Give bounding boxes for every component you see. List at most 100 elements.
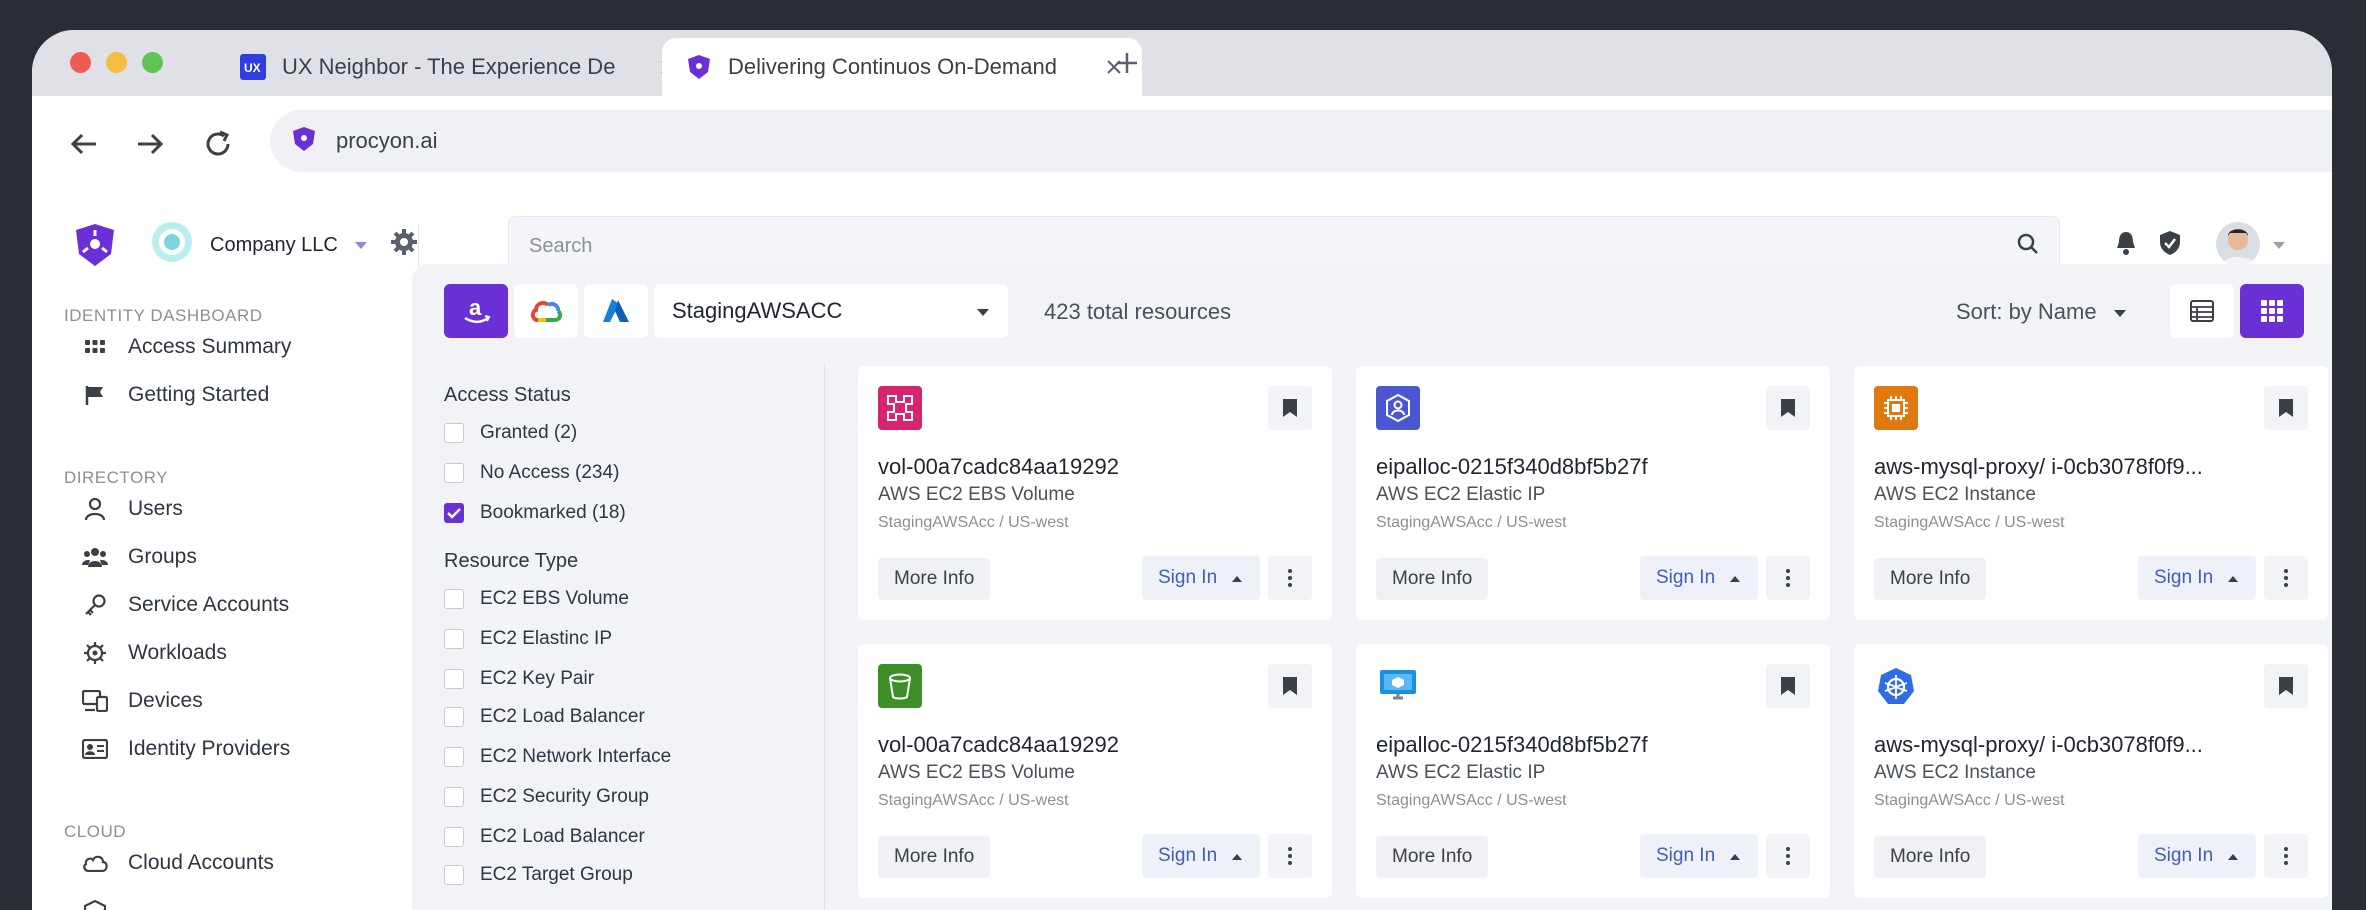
sidebar-item-access-summary[interactable]: Access Summary	[82, 334, 291, 360]
devices-icon	[82, 688, 108, 714]
list-view-button[interactable]	[2170, 284, 2234, 338]
filter-granted[interactable]: Granted (2)	[444, 422, 577, 444]
search-icon[interactable]	[2017, 233, 2039, 260]
bookmark-icon[interactable]	[1766, 386, 1810, 430]
resource-card[interactable]: aws-mysql-proxy/ i-0cb3078f0f9... AWS EC…	[1854, 366, 2328, 620]
sidebar-item-workloads[interactable]: Workloads	[82, 640, 227, 666]
caret-down-icon	[2272, 238, 2286, 256]
minimize-window-button[interactable]	[106, 52, 127, 73]
checkbox[interactable]	[444, 669, 464, 689]
search-input[interactable]	[527, 233, 2017, 259]
checkbox[interactable]	[444, 423, 464, 443]
resource-card[interactable]: aws-mysql-proxy/ i-0cb3078f0f9... AWS EC…	[1854, 644, 2328, 898]
more-options-icon[interactable]	[2264, 834, 2308, 878]
sidebar-item-service-accounts[interactable]: Service Accounts	[82, 592, 289, 618]
checkbox[interactable]	[444, 865, 464, 885]
filter-type[interactable]: EC2 Key Pair	[444, 668, 594, 690]
maximize-window-button[interactable]	[142, 52, 163, 73]
sidebar-item-more[interactable]	[82, 898, 128, 910]
more-options-icon[interactable]	[1766, 834, 1810, 878]
checkbox[interactable]	[444, 629, 464, 649]
back-arrow-icon[interactable]	[64, 124, 104, 164]
checkbox[interactable]	[444, 707, 464, 727]
section-title: IDENTITY DASHBOARD	[64, 306, 263, 325]
sidebar-item-cloud-accounts[interactable]: Cloud Accounts	[82, 850, 274, 876]
sort-dropdown[interactable]: Sort: by Name	[1956, 299, 2127, 325]
resource-card[interactable]: eipalloc-0215f340d8bf5b27f AWS EC2 Elast…	[1356, 366, 1830, 620]
filter-type[interactable]: EC2 Security Group	[444, 786, 649, 808]
tab-ux-neighbor[interactable]: UX UX Neighbor - The Experience De	[226, 38, 696, 96]
more-info-button[interactable]: More Info	[1376, 836, 1489, 878]
filter-type[interactable]: EC2 Elastinc IP	[444, 628, 612, 650]
more-info-button[interactable]: More Info	[1376, 558, 1489, 600]
reload-icon[interactable]	[198, 124, 238, 164]
navigation-bar: procyon.ai	[32, 96, 2332, 199]
ux-logo-icon: UX	[240, 54, 266, 80]
checkbox[interactable]	[444, 463, 464, 483]
address-bar[interactable]: procyon.ai	[270, 110, 2332, 172]
checkbox-checked[interactable]	[444, 503, 464, 523]
settings-gear-icon[interactable]	[390, 228, 418, 261]
new-tab-icon[interactable]	[1112, 48, 1142, 78]
checkbox[interactable]	[444, 787, 464, 807]
filter-type[interactable]: EC2 Target Group	[444, 864, 633, 886]
more-options-icon[interactable]	[1766, 556, 1810, 600]
filter-no-access[interactable]: No Access (234)	[444, 462, 619, 484]
filter-type[interactable]: EC2 Load Balancer	[444, 826, 645, 848]
caret-up-icon	[2227, 845, 2239, 867]
provider-azure-button[interactable]	[584, 284, 648, 338]
checkbox[interactable]	[444, 589, 464, 609]
sidebar-item-identity-providers[interactable]: Identity Providers	[82, 736, 290, 762]
filter-type[interactable]: EC2 EBS Volume	[444, 588, 629, 610]
sign-in-button[interactable]: Sign In	[2138, 556, 2256, 600]
filter-heading-access: Access Status	[444, 384, 571, 406]
close-window-button[interactable]	[70, 52, 91, 73]
sign-in-button[interactable]: Sign In	[1142, 834, 1260, 878]
provider-gcp-button[interactable]	[514, 284, 578, 338]
sign-in-button[interactable]: Sign In	[1640, 556, 1758, 600]
users-icon	[82, 544, 108, 570]
account-select[interactable]: StagingAWSACC	[654, 284, 1008, 338]
filter-label: EC2 Target Group	[480, 864, 633, 885]
resource-name: vol-00a7cadc84aa19292	[878, 454, 1119, 479]
filter-type[interactable]: EC2 Load Balancer	[444, 706, 645, 728]
bell-icon[interactable]	[2114, 230, 2138, 261]
sign-in-button[interactable]: Sign In	[2138, 834, 2256, 878]
more-info-button[interactable]: More Info	[878, 558, 991, 600]
company-switcher[interactable]: Company LLC	[150, 220, 368, 270]
resource-card[interactable]: vol-00a7cadc84aa19292 AWS EC2 EBS Volume…	[858, 366, 1332, 620]
bookmark-icon[interactable]	[1766, 664, 1810, 708]
more-options-icon[interactable]	[1268, 834, 1312, 878]
bookmark-icon[interactable]	[2264, 664, 2308, 708]
resource-card[interactable]: eipalloc-0215f340d8bf5b27f AWS EC2 Elast…	[1356, 644, 1830, 898]
sidebar-item-users[interactable]: Users	[82, 496, 183, 522]
filter-bookmarked[interactable]: Bookmarked (18)	[444, 502, 626, 524]
checkbox[interactable]	[444, 827, 464, 847]
bookmark-icon[interactable]	[1268, 386, 1312, 430]
resource-card[interactable]: vol-00a7cadc84aa19292 AWS EC2 EBS Volume…	[858, 644, 1332, 898]
resource-name: aws-mysql-proxy/ i-0cb3078f0f9...	[1874, 454, 2203, 479]
tab-strip: UX UX Neighbor - The Experience De Deliv…	[32, 30, 2332, 96]
shield-check-icon[interactable]	[2158, 230, 2182, 261]
provider-aws-button[interactable]: a	[444, 284, 508, 338]
sidebar-item-groups[interactable]: Groups	[82, 544, 197, 570]
checkbox[interactable]	[444, 747, 464, 767]
sidebar-item-devices[interactable]: Devices	[82, 688, 203, 714]
tab-procyon[interactable]: Delivering Continuos On-Demand	[662, 38, 1142, 96]
sign-in-button[interactable]: Sign In	[1142, 556, 1260, 600]
sidebar-item-getting-started[interactable]: Getting Started	[82, 382, 269, 408]
more-info-button[interactable]: More Info	[1874, 558, 1987, 600]
bookmark-icon[interactable]	[2264, 386, 2308, 430]
grid-view-button[interactable]	[2240, 284, 2304, 338]
filter-label: EC2 Load Balancer	[480, 706, 645, 727]
procyon-logo-icon[interactable]	[74, 222, 116, 273]
filter-type[interactable]: EC2 Network Interface	[444, 746, 671, 768]
more-info-button[interactable]: More Info	[1874, 836, 1987, 878]
sign-in-button[interactable]: Sign In	[1640, 834, 1758, 878]
forward-arrow-icon[interactable]	[130, 124, 170, 164]
bookmark-icon[interactable]	[1268, 664, 1312, 708]
account-select-value: StagingAWSACC	[672, 298, 843, 323]
more-info-button[interactable]: More Info	[878, 836, 991, 878]
more-options-icon[interactable]	[1268, 556, 1312, 600]
more-options-icon[interactable]	[2264, 556, 2308, 600]
